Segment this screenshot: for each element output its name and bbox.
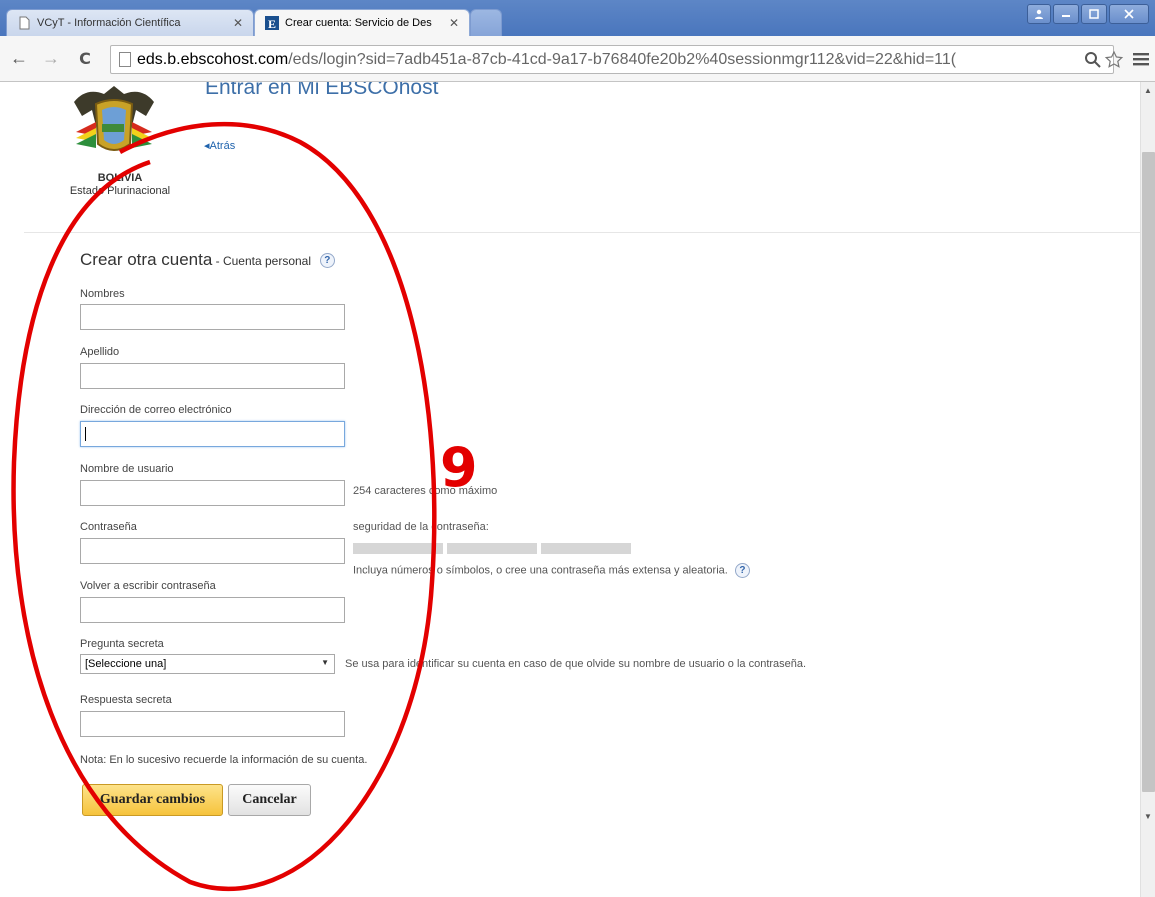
- password-label: Contraseña: [80, 521, 137, 533]
- first-name-field[interactable]: [80, 304, 345, 330]
- username-label: Nombre de usuario: [80, 463, 174, 475]
- password-hint: Incluya números o símbolos, o cree una c…: [353, 563, 750, 578]
- url-path: /eds/login?sid=7adb451a-87cb-41cd-9a17-b…: [288, 50, 951, 68]
- header-divider: [24, 232, 1140, 233]
- maximize-icon[interactable]: [1081, 4, 1107, 24]
- text-caret: [85, 427, 86, 441]
- password-hint-text: Incluya números o símbolos, o cree una c…: [353, 564, 728, 577]
- secret-question-select[interactable]: [Seleccione una] ▼: [80, 654, 335, 674]
- ebsco-favicon-letter: E: [268, 17, 276, 30]
- password-strength-bar-2: [447, 543, 537, 554]
- first-name-label: Nombres: [80, 288, 125, 300]
- annotation-number: 9: [440, 436, 478, 499]
- secret-answer-field[interactable]: [80, 711, 345, 737]
- tab-label: VCyT - Información Científica: [37, 17, 181, 29]
- email-label: Dirección de correo electrónico: [80, 404, 232, 416]
- dropdown-arrow-icon: ▼: [321, 658, 329, 667]
- window-controls: [1027, 4, 1149, 24]
- section-title: Crear otra cuenta - Cuenta personal ?: [80, 250, 335, 270]
- secret-answer-label: Respuesta secreta: [80, 694, 172, 706]
- back-arrow-icon[interactable]: ←: [8, 46, 30, 70]
- page-viewport: BOLIVIA Estado Plurinacional Entrar en M…: [0, 82, 1140, 897]
- reload-icon[interactable]: C: [74, 46, 96, 70]
- back-link[interactable]: ◂Atrás: [204, 139, 235, 152]
- scroll-up-icon[interactable]: ▲: [1144, 86, 1152, 95]
- logo-caption-state: Estado Plurinacional: [69, 185, 171, 197]
- bolivia-coat-of-arms-logo: [74, 86, 154, 151]
- tab-vcyt[interactable]: VCyT - Información Científica ✕: [6, 9, 254, 36]
- tab-label: Crear cuenta: Servicio de Des: [285, 17, 432, 29]
- password-field[interactable]: [80, 538, 345, 564]
- url-host: eds.b.ebscohost.com: [137, 50, 289, 68]
- account-note: Nota: En lo sucesivo recuerde la informa…: [80, 754, 368, 766]
- password-strength-bar-1: [353, 543, 443, 554]
- user-icon[interactable]: [1027, 4, 1051, 24]
- page-icon: [119, 52, 131, 67]
- cancel-button[interactable]: Cancelar: [228, 784, 311, 816]
- bookmark-star-icon[interactable]: [1104, 50, 1124, 70]
- section-title-sub: - Cuenta personal: [212, 254, 312, 268]
- browser-toolbar: ← → C eds.b.ebscohost.com/eds/login?sid=…: [0, 36, 1155, 82]
- password-strength-label: seguridad de la contraseña:: [353, 521, 489, 533]
- page-scrollbar[interactable]: ▲ ▼: [1140, 82, 1155, 897]
- logo-caption-country: BOLIVIA: [97, 172, 143, 184]
- menu-icon[interactable]: [1133, 52, 1149, 66]
- tab-crear-cuenta[interactable]: E Crear cuenta: Servicio de Des ✕: [254, 9, 470, 36]
- zoom-icon[interactable]: [1084, 51, 1102, 69]
- secret-question-label: Pregunta secreta: [80, 638, 164, 650]
- password-strength-bar-3: [541, 543, 631, 554]
- new-tab-button[interactable]: [470, 9, 502, 36]
- tab-close-icon[interactable]: ✕: [447, 16, 461, 30]
- url-suffix: (: [950, 50, 957, 68]
- save-button[interactable]: Guardar cambios: [82, 784, 223, 816]
- browser-tabstrip: VCyT - Información Científica ✕ E Crear …: [0, 0, 1155, 36]
- last-name-field[interactable]: [80, 363, 345, 389]
- help-icon[interactable]: ?: [319, 253, 335, 269]
- logo-caption: BOLIVIA Estado Plurinacional: [60, 172, 180, 198]
- email-field[interactable]: [80, 421, 345, 447]
- forward-arrow-icon[interactable]: →: [40, 46, 62, 70]
- secret-question-hint: Se usa para identificar su cuenta en cas…: [345, 658, 807, 670]
- scroll-down-icon[interactable]: ▼: [1144, 812, 1152, 821]
- username-field[interactable]: [80, 480, 345, 506]
- section-title-main: Crear otra cuenta: [80, 250, 213, 269]
- last-name-label: Apellido: [80, 346, 120, 358]
- page-icon: [19, 16, 30, 30]
- close-icon[interactable]: [1109, 4, 1149, 24]
- confirm-password-label: Volver a escribir contraseña: [80, 580, 216, 592]
- secret-question-value: [Seleccione una]: [85, 658, 167, 670]
- scroll-thumb[interactable]: [1142, 152, 1155, 792]
- minimize-icon[interactable]: [1053, 4, 1079, 24]
- address-bar[interactable]: eds.b.ebscohost.com/eds/login?sid=7adb45…: [110, 45, 1114, 74]
- ebsco-favicon-icon: E: [265, 16, 279, 30]
- page-title: Entrar en Mi EBSCOhost: [205, 82, 439, 99]
- help-icon[interactable]: ?: [734, 563, 750, 578]
- tab-close-icon[interactable]: ✕: [231, 16, 245, 30]
- confirm-password-field[interactable]: [80, 597, 345, 623]
